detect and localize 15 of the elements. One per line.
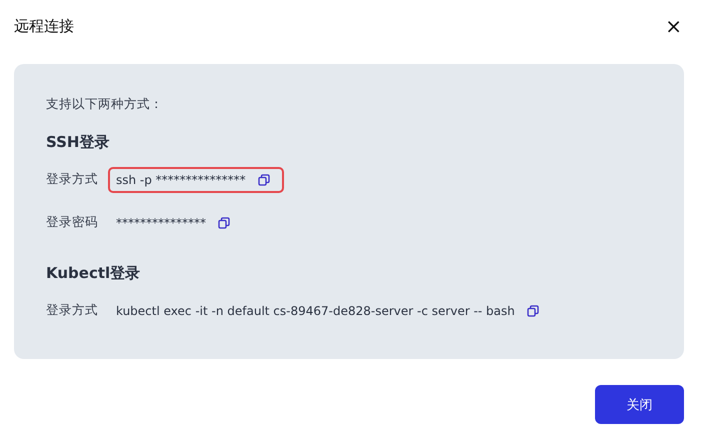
section-heading: SSH登录 (46, 133, 110, 152)
close-button[interactable]: × (663, 14, 684, 38)
field-value: kubectl exec -it -n default cs-89467-de828-server -c server -- bash (116, 304, 515, 318)
copy-icon[interactable] (218, 216, 230, 228)
field-label: 登录方式 (46, 171, 99, 188)
field-label: 登录方式 (46, 302, 99, 319)
copy-icon[interactable] (526, 304, 539, 316)
close-dialog-button[interactable]: 关闭 (595, 385, 684, 424)
section-heading: Kubectl登录 (46, 264, 140, 283)
field-value: *************** (116, 216, 206, 230)
intro-text: 支持以下两种方式： (46, 96, 163, 113)
copy-icon[interactable] (258, 174, 270, 186)
field-label: 登录密码 (46, 214, 99, 231)
dialog-title: 远程连接 (14, 16, 74, 36)
field-value: ssh -p *************** (116, 172, 246, 186)
